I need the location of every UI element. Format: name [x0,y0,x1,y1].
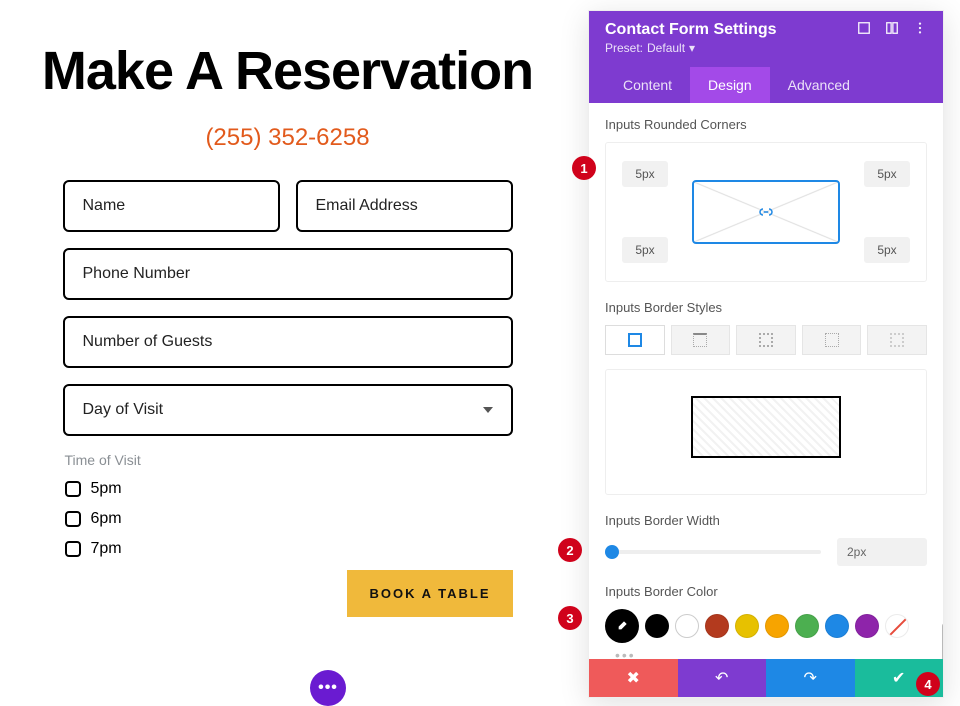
panel-header: Contact Form Settings Preset: Default ▾ … [589,11,943,103]
eyedropper-icon [614,618,630,634]
cancel-button[interactable]: ✖ [589,659,678,697]
border-none-icon [890,333,904,347]
preset-value: Default [647,41,685,55]
checkbox-icon [65,511,81,527]
panel-title: Contact Form Settings [605,21,777,39]
swatch-green[interactable] [795,614,819,638]
time-label: 5pm [91,480,122,498]
swatch-transparent[interactable] [885,614,909,638]
corners-link-toggle[interactable] [692,180,840,244]
corners-card: 5px 5px 5px 5px [605,142,927,282]
border-width-label: Inputs Border Width [605,513,927,528]
phone-number: (255) 352-6258 [20,124,555,152]
border-style-dotted[interactable] [736,325,796,355]
corner-br-input[interactable]: 5px [864,237,910,263]
swatch-black[interactable] [645,614,669,638]
border-color-label: Inputs Border Color [605,584,927,599]
builder-fab[interactable]: ••• [310,670,346,706]
time-label: 7pm [91,540,122,558]
phone-field[interactable]: Phone Number [63,248,513,300]
redo-icon: ↷ [804,668,817,688]
chevron-down-icon [483,407,493,413]
ellipsis-icon: ••• [318,679,338,697]
border-style-top[interactable] [671,325,731,355]
panel-body: Inputs Rounded Corners 5px 5px 5px 5px I… [589,103,943,659]
border-style-sides[interactable] [802,325,862,355]
preset-label: Preset: [605,41,643,55]
swatch-gold[interactable] [735,614,759,638]
check-icon: ✔ [892,668,905,688]
scrollbar[interactable] [942,623,943,659]
border-styles-row [605,325,927,355]
swatch-brown[interactable] [705,614,729,638]
guests-field[interactable]: Number of Guests [63,316,513,368]
corner-tr-input[interactable]: 5px [864,161,910,187]
swatch-purple[interactable] [855,614,879,638]
tab-advanced[interactable]: Advanced [770,67,868,103]
time-option-5pm[interactable]: 5pm [63,480,513,498]
page-title: Make A Reservation [20,40,555,102]
guests-placeholder: Number of Guests [83,333,213,351]
phone-placeholder: Phone Number [83,265,191,283]
kebab-icon[interactable] [913,21,927,35]
color-swatches [605,609,927,643]
page-preview: Make A Reservation (255) 352-6258 Name E… [0,0,575,637]
border-all-icon [628,333,642,347]
callout-badge-2: 2 [558,538,582,562]
day-select[interactable]: Day of Visit [63,384,513,436]
border-dotted-icon [759,333,773,347]
callout-badge-1: 1 [572,156,596,180]
swatch-orange[interactable] [765,614,789,638]
grid-icon[interactable] [885,21,899,35]
border-width-slider[interactable] [605,550,821,554]
swatch-white[interactable] [675,614,699,638]
border-style-none[interactable] [867,325,927,355]
undo-button[interactable]: ↶ [678,659,767,697]
reservation-form: Name Email Address Phone Number Number o… [63,180,513,617]
panel-footer: ✖ ↶ ↷ ✔ [589,659,943,697]
submit-button[interactable]: BOOK A TABLE [347,570,512,617]
corner-tl-input[interactable]: 5px [622,161,668,187]
border-sides-icon [825,333,839,347]
callout-badge-4: 4 [916,672,940,696]
day-placeholder: Day of Visit [83,401,164,419]
tab-content[interactable]: Content [605,67,690,103]
panel-tabs: Content Design Advanced [605,67,927,103]
link-icon [757,203,775,221]
swatch-blue[interactable] [825,614,849,638]
email-field[interactable]: Email Address [296,180,513,232]
more-colors[interactable]: ••• [605,647,927,659]
corner-bl-input[interactable]: 5px [622,237,668,263]
name-placeholder: Name [83,197,126,215]
undo-icon: ↶ [715,668,728,688]
time-label: 6pm [91,510,122,528]
color-picker-button[interactable] [605,609,639,643]
border-preview-box[interactable] [691,396,841,458]
expand-icon[interactable] [857,21,871,35]
close-icon: ✖ [627,668,640,688]
callout-badge-3: 3 [558,606,582,630]
checkbox-icon [65,481,81,497]
chevron-down-icon: ▾ [689,41,695,55]
border-style-all[interactable] [605,325,665,355]
time-option-6pm[interactable]: 6pm [63,510,513,528]
name-field[interactable]: Name [63,180,280,232]
preset-selector[interactable]: Preset: Default ▾ [605,41,777,55]
email-placeholder: Email Address [316,197,418,215]
settings-panel: Contact Form Settings Preset: Default ▾ … [588,10,944,698]
border-styles-label: Inputs Border Styles [605,300,927,315]
redo-button[interactable]: ↷ [766,659,855,697]
border-top-icon [693,333,707,347]
checkbox-icon [65,541,81,557]
border-preview-card [605,369,927,495]
time-group-label: Time of Visit [65,452,513,468]
time-option-7pm[interactable]: 7pm [63,540,513,558]
corners-label: Inputs Rounded Corners [605,117,927,132]
tab-design[interactable]: Design [690,67,770,103]
border-width-input[interactable]: 2px [837,538,927,566]
